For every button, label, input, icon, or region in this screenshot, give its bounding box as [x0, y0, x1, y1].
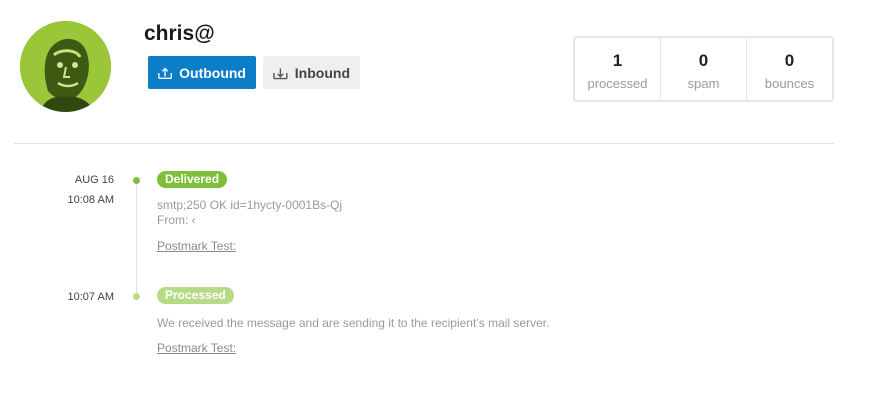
- stat-label: processed: [587, 76, 648, 91]
- stat-value: 0: [784, 51, 795, 70]
- stat-value: 0: [698, 51, 709, 70]
- stat-processed: 1 processed: [575, 38, 660, 100]
- inbound-icon: [273, 67, 288, 79]
- event-detail: We received the message and are sending …: [157, 316, 550, 330]
- inbound-tab-button[interactable]: Inbound: [263, 56, 360, 89]
- status-badge-processed: Processed: [157, 287, 234, 304]
- account-email: chris@: [144, 22, 215, 45]
- timeline-line: [136, 180, 137, 298]
- event-detail: smtp;250 OK id=1hycty-0001Bs-Qj: [157, 198, 343, 212]
- avatar: [20, 21, 111, 112]
- event-time: 10:08 AM: [67, 194, 114, 206]
- avatar-portrait-icon: [20, 21, 111, 112]
- stat-bounces: 0 bounces: [746, 38, 832, 100]
- stat-spam: 0 spam: [660, 38, 746, 100]
- outbound-icon: [158, 67, 172, 79]
- stat-label: spam: [687, 76, 720, 91]
- outbound-tab-button[interactable]: Outbound: [148, 56, 256, 89]
- event-date: AUG 16: [74, 174, 114, 186]
- event-from: From: ‹: [157, 213, 196, 227]
- section-divider: [14, 143, 834, 144]
- outbound-label: Outbound: [179, 64, 246, 81]
- message-link[interactable]: Postmark Test:: [157, 239, 236, 253]
- timeline-dot-delivered: [133, 177, 140, 184]
- stats-panel: 1 processed 0 spam 0 bounces: [573, 36, 834, 102]
- message-link[interactable]: Postmark Test:: [157, 341, 236, 355]
- stat-label: bounces: [764, 76, 815, 91]
- inbound-label: Inbound: [294, 64, 350, 81]
- status-badge-delivered: Delivered: [157, 171, 228, 188]
- timeline-dot-processed: [133, 293, 140, 300]
- stat-value: 1: [612, 51, 623, 70]
- event-time: 10:07 AM: [67, 291, 114, 303]
